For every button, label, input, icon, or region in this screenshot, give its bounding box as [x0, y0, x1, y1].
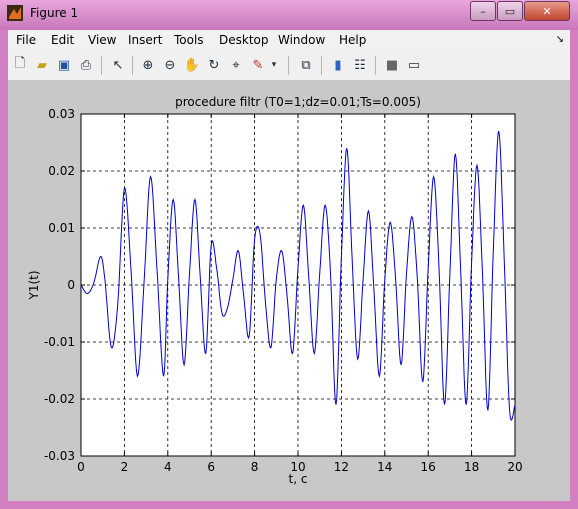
pointer-button[interactable]: ↖: [108, 55, 128, 75]
show-tools-icon: ▭: [407, 57, 421, 73]
y-tick-label: 0.01: [48, 221, 75, 235]
figure-window: Figure 1 – ▭ ✕ File Edit View Insert Too…: [0, 0, 578, 509]
menu-desktop[interactable]: Desktop: [219, 33, 269, 47]
close-button[interactable]: ✕: [524, 1, 570, 21]
menu-tools[interactable]: Tools: [174, 33, 204, 47]
toolbar-separator: [132, 56, 133, 75]
minimize-button[interactable]: –: [470, 1, 496, 21]
y-tick-labels: 0.03 0.02 0.01 0 -0.01 -0.02 -0.03: [44, 107, 75, 463]
new-figure-button[interactable]: 🗋: [10, 55, 30, 75]
figure-canvas: 0 2 4 6 8 10 12 14 16 18 20 0.03 0.02 0.01 0 -0.01 -0.0…: [8, 81, 570, 501]
brush-button[interactable]: ✎: [248, 55, 268, 75]
y-tick-label: -0.01: [44, 335, 75, 349]
brush-dropdown[interactable]: ▾: [268, 55, 280, 75]
new-icon: 🗋: [14, 56, 26, 71]
x-tick-label: 2: [121, 460, 129, 474]
legend-icon: ☷: [354, 57, 366, 73]
print-button[interactable]: ⎙: [76, 55, 96, 75]
x-axis-label: t, c: [289, 472, 308, 486]
x-tick-label: 18: [464, 460, 479, 474]
toolbar-separator: [288, 56, 289, 75]
y-tick-label: 0.02: [48, 164, 75, 178]
y-tick-label: 0: [67, 278, 75, 292]
menu-help[interactable]: Help: [339, 33, 366, 47]
matlab-icon: [7, 5, 23, 21]
maximize-button[interactable]: ▭: [497, 1, 523, 21]
menu-view[interactable]: View: [88, 33, 116, 47]
link-button[interactable]: ⧉: [296, 55, 316, 75]
toolbar-separator: [321, 56, 322, 75]
rotate-icon: ↻: [208, 57, 220, 73]
colorbar-icon: ▮: [334, 57, 342, 73]
open-button[interactable]: ▰: [32, 55, 52, 75]
window-title: Figure 1: [30, 6, 79, 20]
dock-arrow-icon[interactable]: ↘: [556, 34, 564, 45]
zoom-in-button[interactable]: ⊕: [138, 55, 158, 75]
y-axis-label: Y1(t): [27, 270, 41, 300]
brush-icon: ✎: [252, 57, 264, 73]
minimize-icon: –: [480, 4, 486, 18]
hide-tools-icon: ■: [385, 57, 399, 73]
zoom-out-icon: ⊖: [164, 57, 176, 73]
figure-toolbar: 🗋 ▰ ▣ ⎙ ↖ ⊕ ⊖ ✋ ↻ ⌖ ✎ ▾ ⧉ ▮ ☷ ■ ▭: [8, 52, 570, 81]
toolbar-separator: [375, 56, 376, 75]
x-tick-label: 20: [507, 460, 522, 474]
maximize-icon: ▭: [504, 4, 516, 18]
rotate-button[interactable]: ↻: [204, 55, 224, 75]
show-tools-button[interactable]: ▭: [404, 55, 424, 75]
y-tick-label: 0.03: [48, 107, 75, 121]
pan-icon: ✋: [183, 57, 201, 73]
menu-insert[interactable]: Insert: [128, 33, 162, 47]
save-button[interactable]: ▣: [54, 55, 74, 75]
x-tick-label: 14: [377, 460, 392, 474]
toolbar-separator: [101, 56, 102, 75]
link-icon: ⧉: [301, 57, 311, 73]
save-icon: ▣: [57, 57, 71, 73]
zoom-out-button[interactable]: ⊖: [160, 55, 180, 75]
y-tick-label: -0.02: [44, 392, 75, 406]
menu-edit[interactable]: Edit: [51, 33, 74, 47]
pan-button[interactable]: ✋: [182, 55, 202, 75]
figure-client: File Edit View Insert Tools Desktop Wind…: [8, 30, 570, 501]
plot-svg: 0 2 4 6 8 10 12 14 16 18 20 0.030.020.010-0.01-0.0…: [27, 95, 523, 486]
open-icon: ▰: [37, 57, 47, 73]
close-icon: ✕: [542, 4, 552, 18]
y-tick-label: -0.03: [44, 449, 75, 463]
chevron-down-icon: ▾: [271, 60, 277, 70]
chart-title: procedure filtr (T0=1;dz=0.01;Ts=0.005): [175, 95, 421, 109]
x-tick-label: 8: [251, 460, 259, 474]
x-tick-label: 16: [421, 460, 436, 474]
print-icon: ⎙: [80, 57, 92, 73]
zoom-in-icon: ⊕: [142, 57, 154, 73]
colorbar-button[interactable]: ▮: [328, 55, 348, 75]
x-tick-label: 4: [164, 460, 172, 474]
pointer-icon: ↖: [112, 57, 124, 73]
datacursor-button[interactable]: ⌖: [226, 55, 246, 75]
x-tick-label: 0: [77, 460, 85, 474]
menu-file[interactable]: File: [16, 33, 36, 47]
x-tick-label: 12: [334, 460, 349, 474]
legend-button[interactable]: ☷: [350, 55, 370, 75]
x-tick-label: 6: [207, 460, 215, 474]
hide-tools-button[interactable]: ■: [382, 55, 402, 75]
datacursor-icon: ⌖: [232, 57, 240, 73]
menu-window[interactable]: Window: [278, 33, 325, 47]
menu-bar: File Edit View Insert Tools Desktop Wind…: [8, 30, 570, 52]
title-bar[interactable]: Figure 1 – ▭ ✕: [0, 0, 578, 30]
